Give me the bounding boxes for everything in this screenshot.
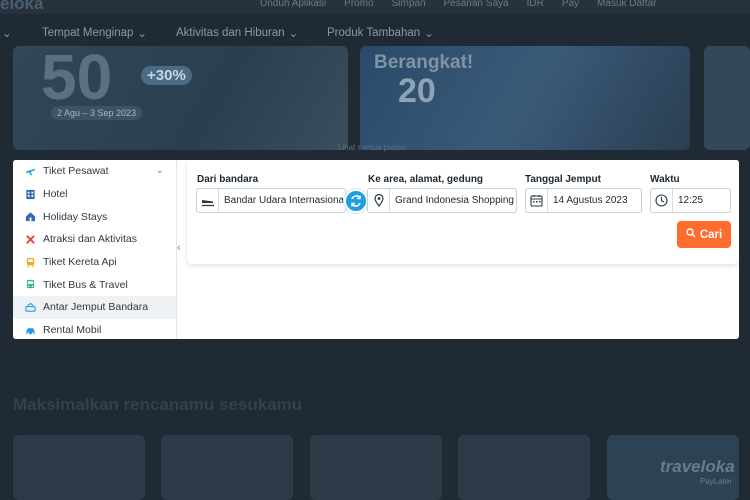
location-pin-icon bbox=[368, 189, 390, 212]
pickup-time-value: 12:25 bbox=[678, 195, 704, 206]
recommendation-card[interactable] bbox=[458, 435, 590, 500]
car-icon bbox=[25, 325, 36, 336]
date-label: Tanggal Jemput bbox=[525, 174, 601, 185]
category-nav: ⌄ Tempat Menginap ⌄ Aktivitas dan Hiburan… bbox=[0, 20, 750, 46]
bus-icon bbox=[25, 279, 36, 290]
top-link-login[interactable]: Masuk Daftar bbox=[597, 0, 656, 9]
top-link-currency[interactable]: IDR bbox=[527, 0, 544, 9]
search-icon bbox=[686, 228, 696, 241]
chevron-down-icon: ⌄ bbox=[137, 28, 148, 40]
sidebar-item-airport-transfer[interactable]: Antar Jemput Bandara bbox=[13, 296, 176, 319]
sidebar-item-holiday-stays[interactable]: Holiday Stays bbox=[13, 205, 176, 228]
collapse-sidebar-icon[interactable]: ‹ bbox=[177, 242, 181, 254]
airport-transfer-form: Dari bandara Bandar Udara Internasional … bbox=[187, 160, 739, 264]
pickup-time-input[interactable]: 12:25 bbox=[650, 188, 731, 213]
destination-input[interactable]: Grand Indonesia Shopping bbox=[367, 188, 517, 213]
from-label: Dari bandara bbox=[197, 174, 259, 185]
cat-chevron: ⌄ bbox=[2, 28, 12, 40]
pickup-date-input[interactable]: 14 Agustus 2023 bbox=[525, 188, 642, 213]
category-activities[interactable]: Aktivitas dan Hiburan ⌄ bbox=[176, 26, 298, 40]
category-accommodation[interactable]: Tempat Menginap ⌄ bbox=[42, 26, 147, 40]
search-button[interactable]: Cari bbox=[677, 221, 731, 248]
category-label: Aktivitas dan Hiburan bbox=[176, 27, 285, 39]
clock-icon bbox=[651, 189, 673, 212]
promo-dates: 2 Agu – 3 Sep 2023 bbox=[51, 106, 143, 120]
from-airport-value: Bandar Udara Internasional bbox=[224, 195, 345, 206]
sidebar-item-car-rental[interactable]: Rental Mobil bbox=[13, 319, 176, 339]
brand-name: traveloka bbox=[660, 457, 735, 476]
sidebar-item-bus[interactable]: Tiket Bus & Travel bbox=[13, 273, 176, 296]
sidebar-item-label: Tiket Kereta Api bbox=[43, 256, 117, 269]
brand-sub: PayLater bbox=[700, 477, 733, 486]
chevron-down-icon: ⌄ bbox=[424, 28, 434, 40]
promo-discount: 50 bbox=[41, 46, 113, 113]
promo-banner-3[interactable] bbox=[704, 46, 750, 150]
promo-extra: +30% bbox=[141, 66, 192, 85]
sidebar-item-label: Tiket Bus & Travel bbox=[43, 278, 128, 291]
logo[interactable]: eloka bbox=[0, 0, 43, 14]
to-label: Ke area, alamat, gedung bbox=[368, 174, 484, 185]
category-addons[interactable]: Produk Tambahan ⌄ bbox=[327, 26, 434, 40]
recommendation-card[interactable] bbox=[13, 435, 145, 500]
pickup-date-value: 14 Agustus 2023 bbox=[553, 195, 628, 206]
section-title: Maksimalkan rencanamu sesukamu bbox=[13, 395, 303, 414]
top-link-saved[interactable]: Simpan bbox=[392, 0, 426, 9]
recommendation-card[interactable] bbox=[310, 435, 442, 500]
holiday-stays-icon bbox=[25, 211, 36, 222]
sidebar-item-flights[interactable]: Tiket Pesawat ⌄ bbox=[13, 160, 176, 183]
search-panel: Tiket Pesawat ⌄ Hotel Holiday Stays Atra… bbox=[13, 160, 739, 339]
chevron-down-icon: ⌄ bbox=[288, 28, 299, 40]
sidebar-item-train[interactable]: Tiket Kereta Api bbox=[13, 251, 176, 274]
search-button-label: Cari bbox=[699, 228, 723, 241]
top-links: Unduh Aplikasi Promo Simpan Pesanan Saya… bbox=[260, 0, 657, 9]
swap-icon bbox=[351, 195, 361, 207]
category-label: Tempat Menginap bbox=[42, 27, 134, 39]
plane-landing-icon bbox=[197, 189, 219, 212]
see-all-promo-link[interactable]: Lihat semua promo bbox=[338, 143, 406, 152]
sidebar-item-label: Holiday Stays bbox=[43, 210, 108, 223]
sidebar-item-hotel[interactable]: Hotel bbox=[13, 183, 176, 206]
time-label: Waktu bbox=[650, 174, 680, 185]
category-label: Produk Tambahan bbox=[327, 27, 421, 39]
top-bar: eloka Unduh Aplikasi Promo Simpan Pesana… bbox=[0, 0, 750, 14]
airplane-icon bbox=[25, 166, 36, 177]
hotel-icon bbox=[25, 189, 36, 200]
sidebar-item-label: Antar Jemput Bandara bbox=[43, 301, 149, 314]
promo-title: Berangkat! bbox=[374, 52, 474, 73]
top-link-download[interactable]: Unduh Aplikasi bbox=[260, 0, 326, 9]
product-sidebar: Tiket Pesawat ⌄ Hotel Holiday Stays Atra… bbox=[13, 160, 177, 339]
train-icon bbox=[25, 257, 36, 268]
sidebar-item-label: Rental Mobil bbox=[43, 324, 102, 337]
from-airport-input[interactable]: Bandar Udara Internasional bbox=[196, 188, 346, 213]
calendar-icon bbox=[526, 189, 548, 212]
promo-discount: 20 bbox=[398, 72, 436, 110]
promo-banner-2[interactable]: Berangkat! 20 bbox=[360, 46, 690, 150]
top-link-orders[interactable]: Pesanan Saya bbox=[444, 0, 509, 9]
swap-button[interactable] bbox=[344, 189, 368, 213]
top-link-promo[interactable]: Promo bbox=[344, 0, 373, 9]
airport-transfer-icon bbox=[25, 302, 36, 313]
top-link-pay[interactable]: Pay bbox=[562, 0, 579, 9]
promo-banner-1[interactable]: 50 +30% 2 Agu – 3 Sep 2023 bbox=[13, 46, 348, 150]
sidebar-item-label: Atraksi dan Aktivitas bbox=[43, 233, 137, 246]
recommendations-section: Maksimalkan rencanamu sesukamu traveloka… bbox=[0, 339, 750, 500]
sidebar-item-attractions[interactable]: Atraksi dan Aktivitas bbox=[13, 228, 176, 251]
sidebar-item-label: Hotel bbox=[43, 188, 68, 201]
chevron-down-icon[interactable]: ⌄ bbox=[156, 165, 164, 176]
recommendation-card[interactable] bbox=[161, 435, 293, 500]
attraction-icon bbox=[25, 234, 36, 245]
destination-value: Grand Indonesia Shopping bbox=[395, 195, 514, 206]
sidebar-item-label: Tiket Pesawat bbox=[43, 165, 109, 178]
